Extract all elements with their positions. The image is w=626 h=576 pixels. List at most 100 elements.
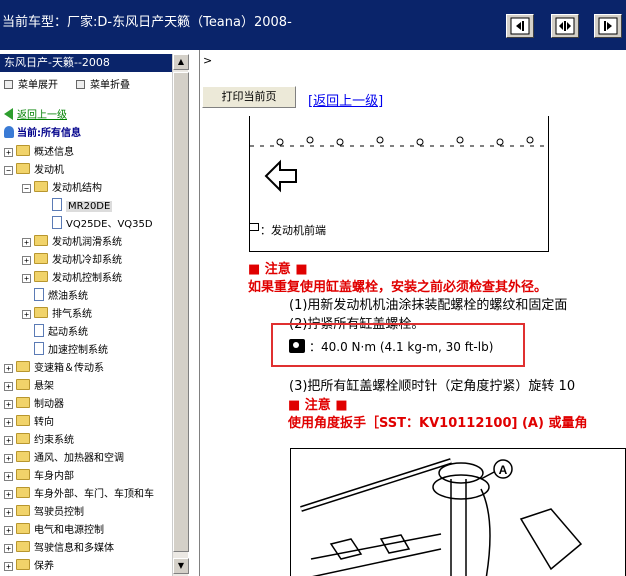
tree-item[interactable]: 加速控制系统: [22, 342, 108, 360]
tree-item-label: 燃油系统: [48, 291, 88, 302]
back-up-label: 返回上一级: [17, 110, 67, 121]
front-note-text: ：发动机前端: [260, 224, 326, 237]
collapse-left-button[interactable]: [506, 14, 534, 38]
tree-item[interactable]: + 电气和电源控制: [4, 522, 104, 540]
expand-node-icon[interactable]: +: [22, 310, 31, 319]
tree-item[interactable]: + 车身内部: [4, 468, 74, 486]
tree-item-label: 悬架: [34, 381, 54, 392]
folder-icon: [34, 253, 48, 264]
tree-item[interactable]: + 悬架: [4, 378, 54, 396]
expand-node-icon[interactable]: +: [22, 274, 31, 283]
collapse-right-button[interactable]: [594, 14, 622, 38]
expand-node-icon[interactable]: +: [4, 490, 13, 499]
tree-item-label: MR20DE: [66, 201, 113, 212]
split-view-button[interactable]: [551, 14, 579, 38]
tree-item[interactable]: + 通风、加热器和空调: [4, 450, 124, 468]
expand-node-icon[interactable]: +: [4, 400, 13, 409]
scroll-thumb[interactable]: [173, 72, 189, 552]
tree-item[interactable]: + 驾驶信息和多媒体: [4, 540, 114, 558]
tree-item[interactable]: VQ25DE、VQ35D: [40, 216, 153, 234]
expand-node-icon[interactable]: +: [4, 544, 13, 553]
menu-expand-label: 菜单展开: [18, 80, 58, 91]
collapse-left-icon: [510, 17, 530, 35]
tree-item[interactable]: + 发动机润滑系统: [22, 234, 122, 252]
expand-node-icon[interactable]: +: [4, 382, 13, 391]
document-icon: [52, 216, 62, 229]
vehicle-title: 当前车型：厂家:D-东风日产天籁（Teana）2008-: [2, 15, 292, 30]
tree-item-label: 发动机润滑系统: [52, 237, 122, 248]
tree-item-label: 电气和电源控制: [34, 525, 104, 536]
tree-item[interactable]: + 转向: [4, 414, 54, 432]
folder-icon: [16, 469, 30, 480]
tree-item[interactable]: MR20DE: [40, 198, 113, 216]
tree-item-label: 发动机: [34, 165, 64, 176]
content-pane: > 打印当前页 [返回上一级] ​：发动机前端 ■ 注意 ■ 如果重复使用缸盖螺…: [201, 50, 626, 576]
torque-spec: ：40.0 N·m (4.1 kg-m, 30 ft-lb): [289, 338, 493, 355]
split-view-icon: [555, 17, 575, 35]
collapse-menu-icon: [76, 80, 85, 89]
expand-node-icon[interactable]: +: [4, 454, 13, 463]
tree-item[interactable]: + 制动器: [4, 396, 64, 414]
tree-item-label: 驾驶员控制: [34, 507, 84, 518]
folder-icon: [16, 559, 30, 570]
current-location: 当前:所有信息: [4, 125, 81, 143]
tree-item-label: 转向: [34, 417, 54, 428]
torque-wrench-icon: [289, 339, 305, 353]
step-3: (3)把所有缸盖螺栓顺时针（定角度拧紧）旋转 10: [289, 379, 576, 394]
expand-node-icon[interactable]: +: [4, 418, 13, 427]
tree-item-label: 约束系统: [34, 435, 74, 446]
caution-heading-2: ■ 注意 ■: [288, 398, 348, 413]
tree-item-label: 制动器: [34, 399, 64, 410]
title-bar: 当前车型：厂家:D-东风日产天籁（Teana）2008-: [0, 0, 626, 50]
tree-item[interactable]: + 保养: [4, 558, 54, 576]
current-location-label: 当前:所有信息: [17, 128, 81, 139]
sidebar-scrollbar[interactable]: ▲ ▼: [172, 54, 189, 576]
expand-node-icon[interactable]: +: [22, 256, 31, 265]
expand-node-icon[interactable]: +: [22, 238, 31, 247]
folder-icon: [16, 505, 30, 516]
tree-item[interactable]: + 变速箱＆传动系: [4, 360, 104, 378]
tree-item[interactable]: − 发动机: [4, 162, 64, 180]
scroll-up-icon[interactable]: ▲: [173, 54, 189, 70]
expand-node-icon[interactable]: +: [4, 472, 13, 481]
folder-icon: [16, 145, 30, 156]
tree-item-label: 加速控制系统: [48, 345, 108, 356]
menu-collapse-button[interactable]: 菜单折叠: [76, 76, 130, 91]
tree-item[interactable]: + 约束系统: [4, 432, 74, 450]
tree-item[interactable]: + 驾驶员控制: [4, 504, 84, 522]
tree-item-label: 通风、加热器和空调: [34, 453, 124, 464]
expand-node-icon[interactable]: +: [4, 364, 13, 373]
tree-item[interactable]: + 车身外部、车门、车顶和车: [4, 486, 154, 504]
scroll-down-icon[interactable]: ▼: [173, 558, 189, 574]
folder-icon: [34, 235, 48, 246]
expand-node-icon[interactable]: +: [4, 526, 13, 535]
tree-item[interactable]: + 概述信息: [4, 144, 74, 162]
folder-icon: [16, 361, 30, 372]
tree-item[interactable]: 燃油系统: [22, 288, 88, 306]
expand-node-icon[interactable]: +: [4, 436, 13, 445]
collapse-node-icon[interactable]: −: [4, 166, 13, 175]
print-page-button[interactable]: 打印当前页: [202, 86, 296, 108]
tree-item[interactable]: − 发动机结构: [22, 180, 102, 198]
tree-item[interactable]: 起动系统: [22, 324, 88, 342]
document-icon: [52, 198, 62, 211]
sidebar-header: 东风日产-天籁--2008: [0, 54, 172, 72]
folder-icon: [16, 451, 30, 462]
front-note: ​：发动机前端: [249, 222, 326, 238]
tree-item[interactable]: + 发动机控制系统: [22, 270, 122, 288]
tree-item-label: 发动机控制系统: [52, 273, 122, 284]
document-icon: [34, 342, 44, 355]
expand-node-icon[interactable]: +: [4, 508, 13, 517]
tree-item-label: 车身内部: [34, 471, 74, 482]
expand-node-icon[interactable]: +: [4, 562, 13, 571]
back-up-link[interactable]: 返回上一级: [4, 107, 67, 125]
tree-item-label: 变速箱＆传动系: [34, 363, 104, 374]
return-up-link[interactable]: [返回上一级]: [308, 90, 383, 109]
folder-icon: [16, 397, 30, 408]
tree-item-label: 发动机冷却系统: [52, 255, 122, 266]
tree-item[interactable]: + 发动机冷却系统: [22, 252, 122, 270]
collapse-node-icon[interactable]: −: [22, 184, 31, 193]
expand-node-icon[interactable]: +: [4, 148, 13, 157]
tree-item[interactable]: + 排气系统: [22, 306, 92, 324]
menu-expand-button[interactable]: 菜单展开: [4, 76, 58, 91]
